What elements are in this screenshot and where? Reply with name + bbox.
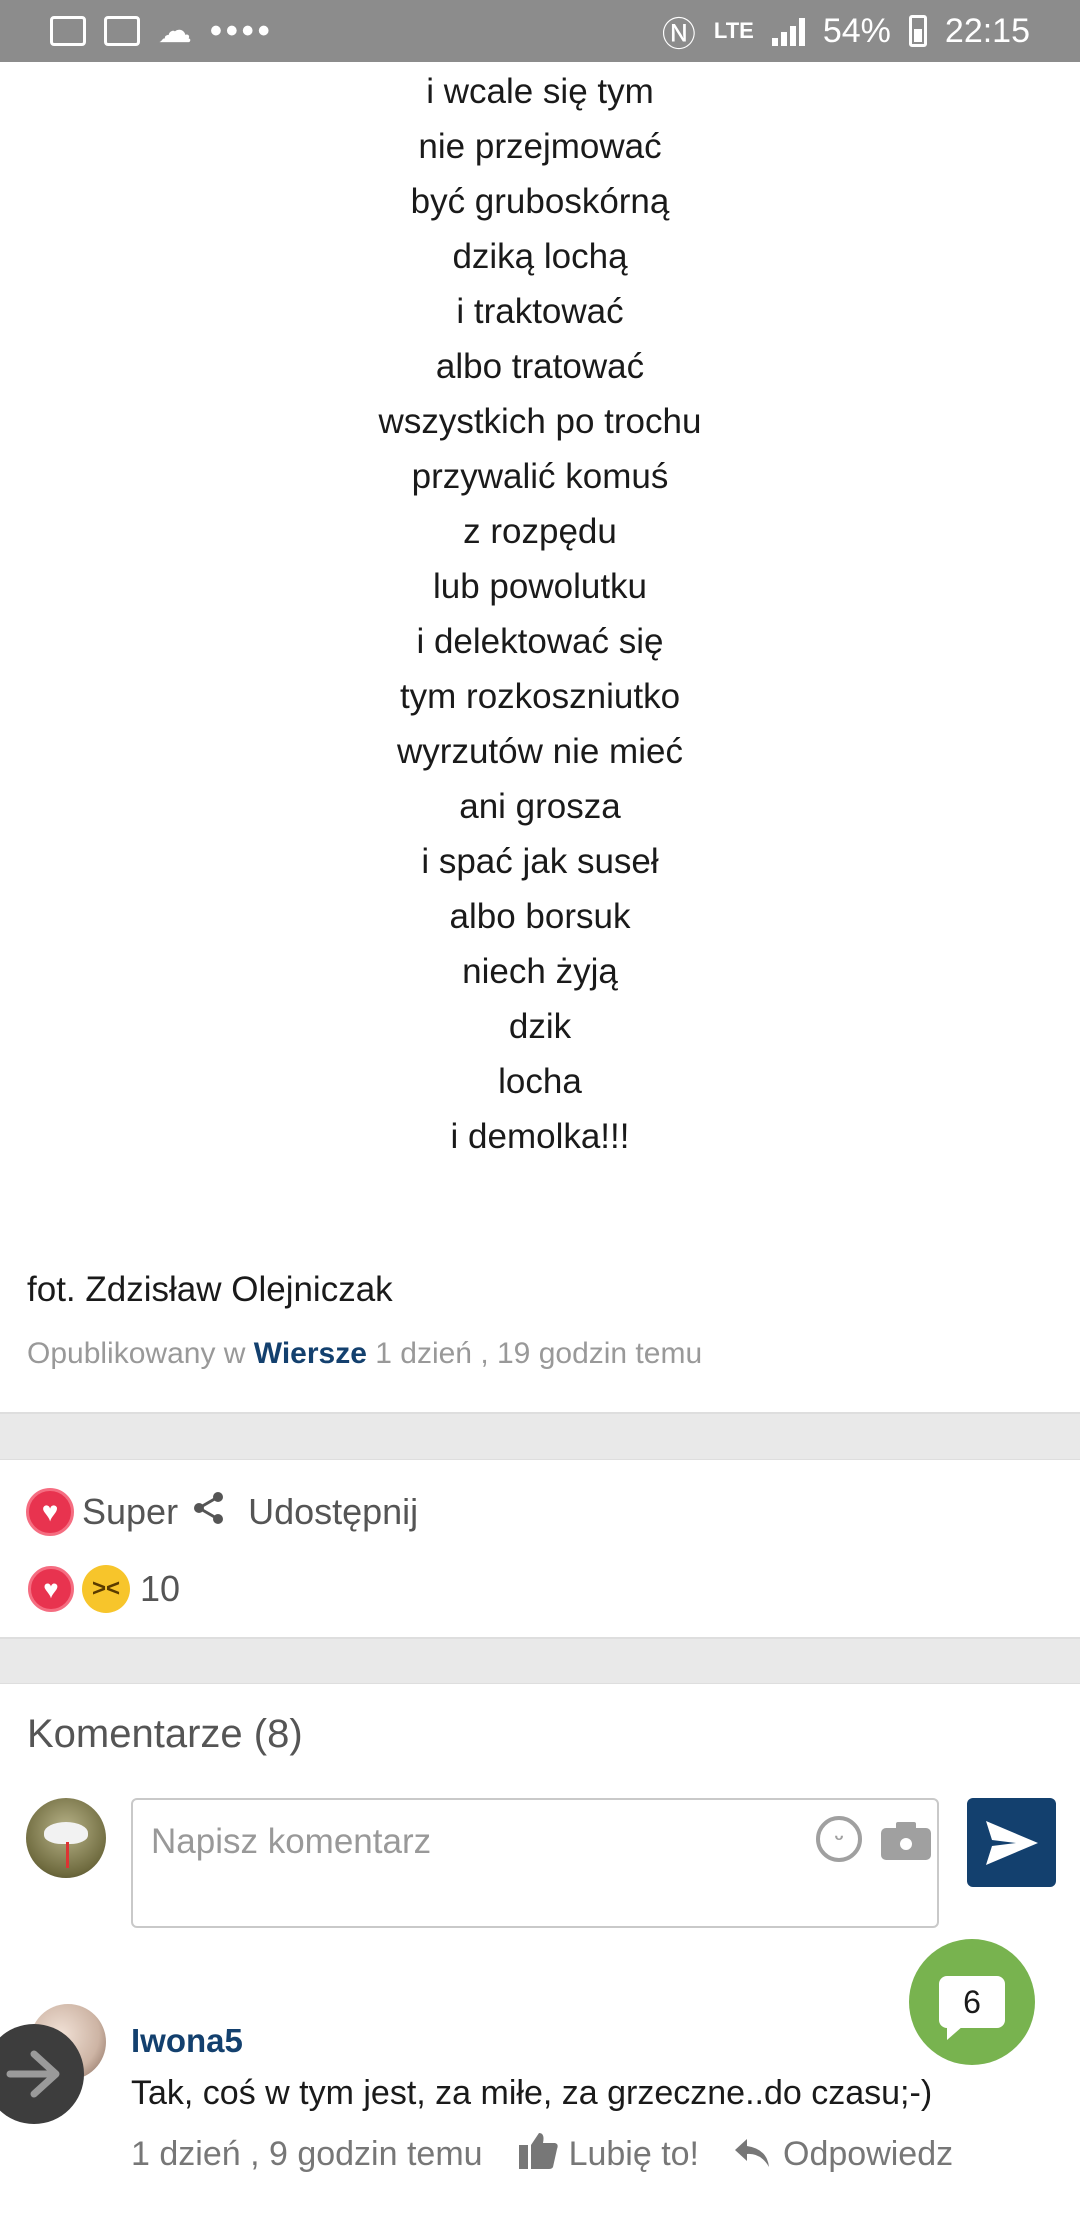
poem-line: i spać jak suseł — [421, 842, 659, 881]
status-right: Ⓝ LTE 54% 22:15 — [662, 7, 1030, 56]
heart-reaction-icon: ♥ — [28, 1566, 74, 1612]
reaction-counts[interactable]: ♥ >< 10 — [28, 1565, 180, 1613]
reply-label: Odpowiedz — [783, 2135, 954, 2173]
chat-button[interactable]: 6 — [909, 1939, 1035, 2065]
reply-button[interactable]: Odpowiedz — [735, 2134, 953, 2176]
status-left: ☁ •••• — [50, 11, 274, 51]
poem-line: lub powolutku — [432, 567, 648, 606]
category-link[interactable]: Wiersze — [254, 1337, 367, 1370]
comment-box: ᵕ — [131, 1798, 939, 1928]
reaction-count: 10 — [140, 1568, 181, 1609]
comment-time: 1 dzień , 9 godzin temu — [131, 2135, 483, 2173]
poem-line: locha — [498, 1062, 582, 1101]
reply-icon — [735, 2134, 770, 2176]
comment-meta: 1 dzień , 9 godzin temu Lubię to! Odpowi… — [131, 2131, 953, 2178]
battery-icon — [908, 15, 927, 47]
chat-count: 6 — [963, 1983, 981, 2020]
poem-line: albo tratować — [435, 347, 645, 386]
lte-label: LTE — [713, 18, 754, 43]
comments-card: Komentarze (8) ᵕ Iwona5 Tak, coś w tym j… — [0, 1683, 1080, 2220]
poem-line: przywalić komuś — [411, 457, 669, 496]
arrow-right-icon — [6, 2050, 60, 2098]
thumbs-up-icon — [518, 2131, 559, 2178]
poem-line: i wcale się tym — [426, 72, 654, 111]
weather-icon: ☁ — [158, 12, 192, 50]
comment-input[interactable] — [151, 1822, 731, 1862]
poem-line: dzik — [508, 1007, 572, 1046]
poem-line: i traktować — [456, 292, 624, 331]
calendar-icon — [104, 16, 140, 46]
avatar[interactable] — [26, 1798, 106, 1878]
poem-body: i wcale się tym nie przejmować być grubosk… — [0, 64, 1080, 1164]
status-bar: ☁ •••• Ⓝ LTE 54% 22:15 — [0, 0, 1080, 62]
poem-line: i demolka!!! — [450, 1117, 630, 1156]
chat-bubble-icon: 6 — [939, 1976, 1005, 2040]
post-card: i wcale się tym nie przejmować być grubosk… — [0, 62, 1080, 1414]
poem-line: nie przejmować — [418, 127, 662, 166]
poem-line: tym rozkoszniutko — [399, 677, 681, 716]
published-time: 1 dzień , 19 godzin temu — [375, 1337, 703, 1370]
poem-line: niech żyją — [462, 952, 618, 991]
like-label: Lubię to! — [568, 2135, 700, 2173]
share-button[interactable]: Udostępnij — [192, 1491, 418, 1534]
reaction-actions: ♥ Super Udostępnij — [26, 1488, 418, 1536]
reactions-card: ♥ Super Udostępnij ♥ >< 10 — [0, 1459, 1080, 1639]
gallery-icon — [50, 16, 86, 46]
share-label: Udostępnij — [248, 1491, 419, 1532]
poem-line: być gruboskórną — [410, 182, 670, 221]
stork-leg — [66, 1842, 69, 1868]
published-info: Opublikowany w Wiersze 1 dzień , 19 godz… — [27, 1337, 702, 1371]
like-button[interactable]: Lubię to! — [518, 2131, 700, 2178]
stork-image — [44, 1822, 88, 1844]
heart-icon[interactable]: ♥ — [26, 1488, 74, 1536]
camera-lens — [897, 1835, 915, 1853]
poem-line: i delektować się — [416, 622, 664, 661]
clock: 22:15 — [944, 11, 1030, 50]
smiley-icon[interactable]: ᵕ — [816, 1816, 862, 1862]
send-button[interactable] — [967, 1798, 1056, 1887]
share-icon — [192, 1491, 226, 1534]
poem-line: wyrzutów nie mieć — [397, 732, 683, 771]
nfc-icon: Ⓝ — [661, 15, 696, 54]
more-notifications-icon: •••• — [210, 11, 274, 50]
battery-percent: 54% — [822, 11, 891, 50]
comments-title: Komentarze (8) — [27, 1712, 303, 1756]
camera-icon[interactable] — [881, 1820, 931, 1860]
laugh-emoji-icon: >< — [82, 1565, 130, 1613]
comment-author[interactable]: Iwona5 — [131, 2022, 243, 2060]
poem-line: ani grosza — [459, 787, 621, 826]
poem-line: albo borsuk — [449, 897, 631, 936]
super-button[interactable]: Super — [82, 1491, 178, 1533]
signal-icon — [771, 16, 805, 46]
photo-credit: fot. Zdzisław Olejniczak — [27, 1270, 393, 1309]
poem-line: z rozpędu — [463, 512, 617, 551]
send-icon — [985, 1820, 1038, 1865]
comment-text: Tak, coś w tym jest, za miłe, za grzeczn… — [131, 2074, 933, 2112]
poem-line: dziką lochą — [452, 237, 628, 276]
published-prefix: Opublikowany w — [27, 1337, 246, 1370]
poem-line: wszystkich po trochu — [378, 402, 702, 441]
